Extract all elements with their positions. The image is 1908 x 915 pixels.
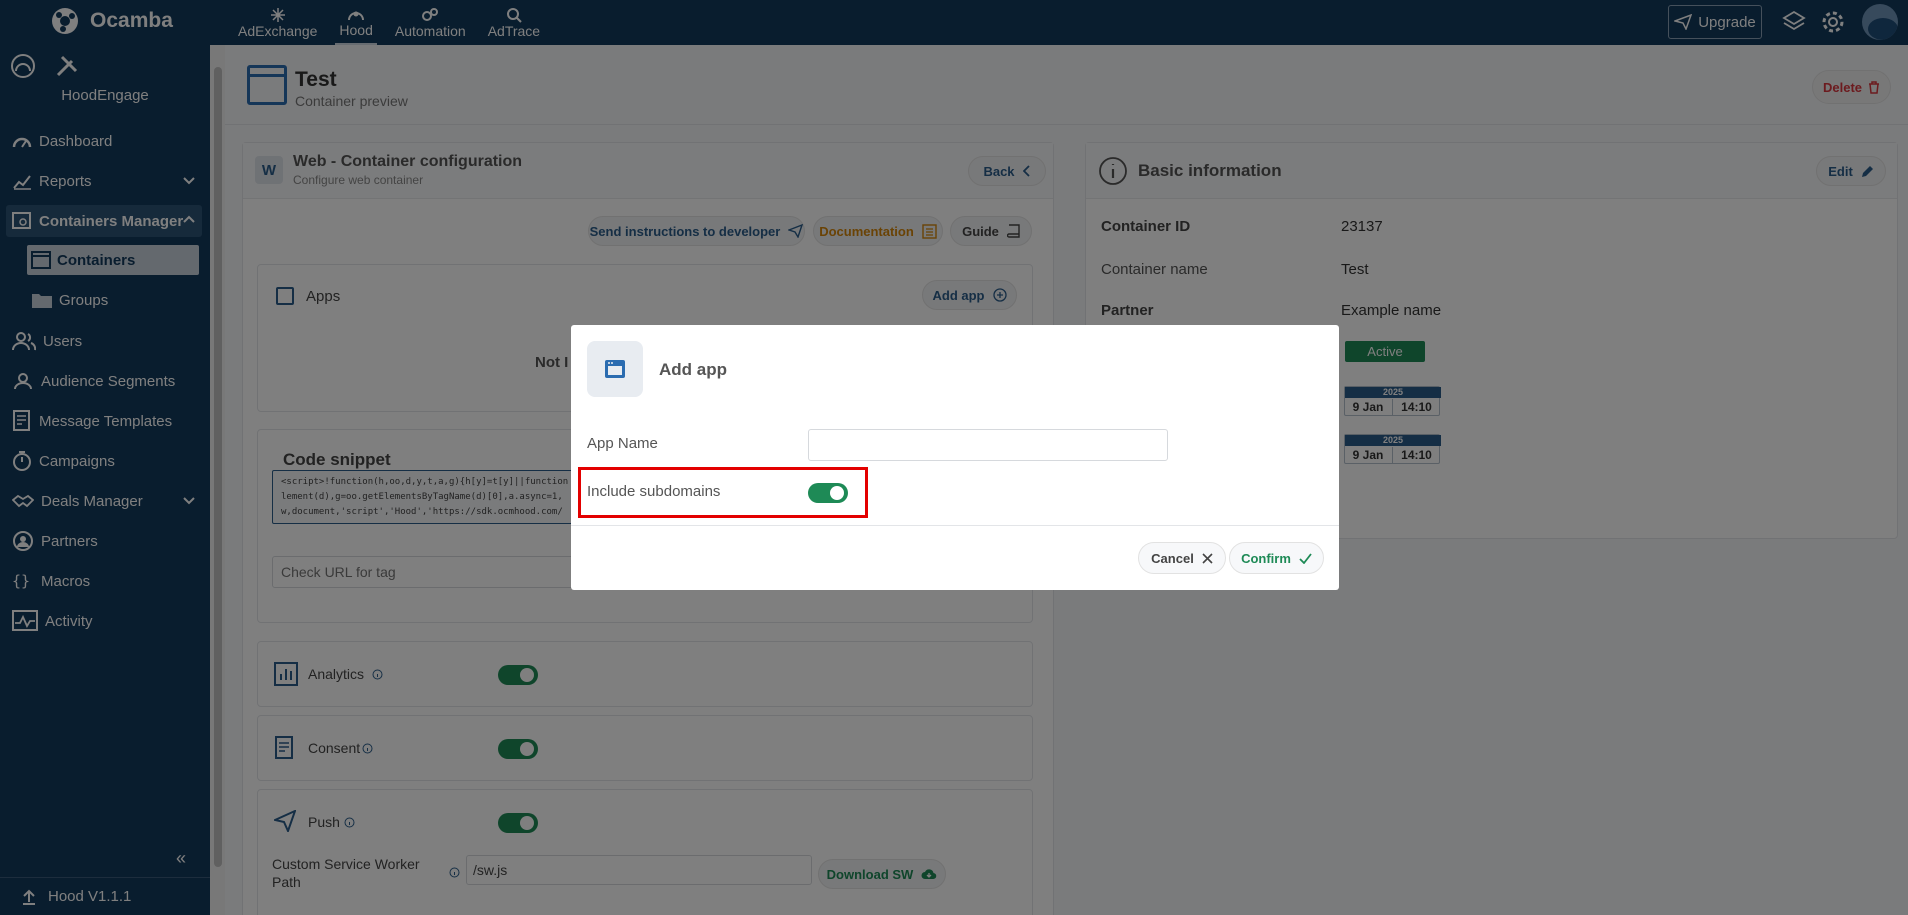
modal-title: Add app [659, 360, 727, 379]
confirm-label: Confirm [1241, 550, 1291, 566]
app-name-input[interactable] [808, 429, 1168, 461]
cancel-button[interactable]: Cancel [1138, 542, 1226, 574]
add-app-modal: Add app App Name Include subdomains Canc… [571, 325, 1339, 590]
include-subdomains-toggle[interactable] [808, 483, 848, 503]
modal-footer-divider [571, 525, 1339, 526]
include-subdomains-label: Include subdomains [587, 483, 721, 500]
cancel-label: Cancel [1151, 550, 1194, 566]
close-icon [1202, 552, 1213, 564]
app-name-label: App Name [587, 435, 658, 452]
checkmark-icon [1299, 552, 1312, 564]
app-window-icon [587, 341, 643, 397]
app-window-glyph [605, 360, 625, 378]
confirm-button[interactable]: Confirm [1229, 542, 1324, 574]
